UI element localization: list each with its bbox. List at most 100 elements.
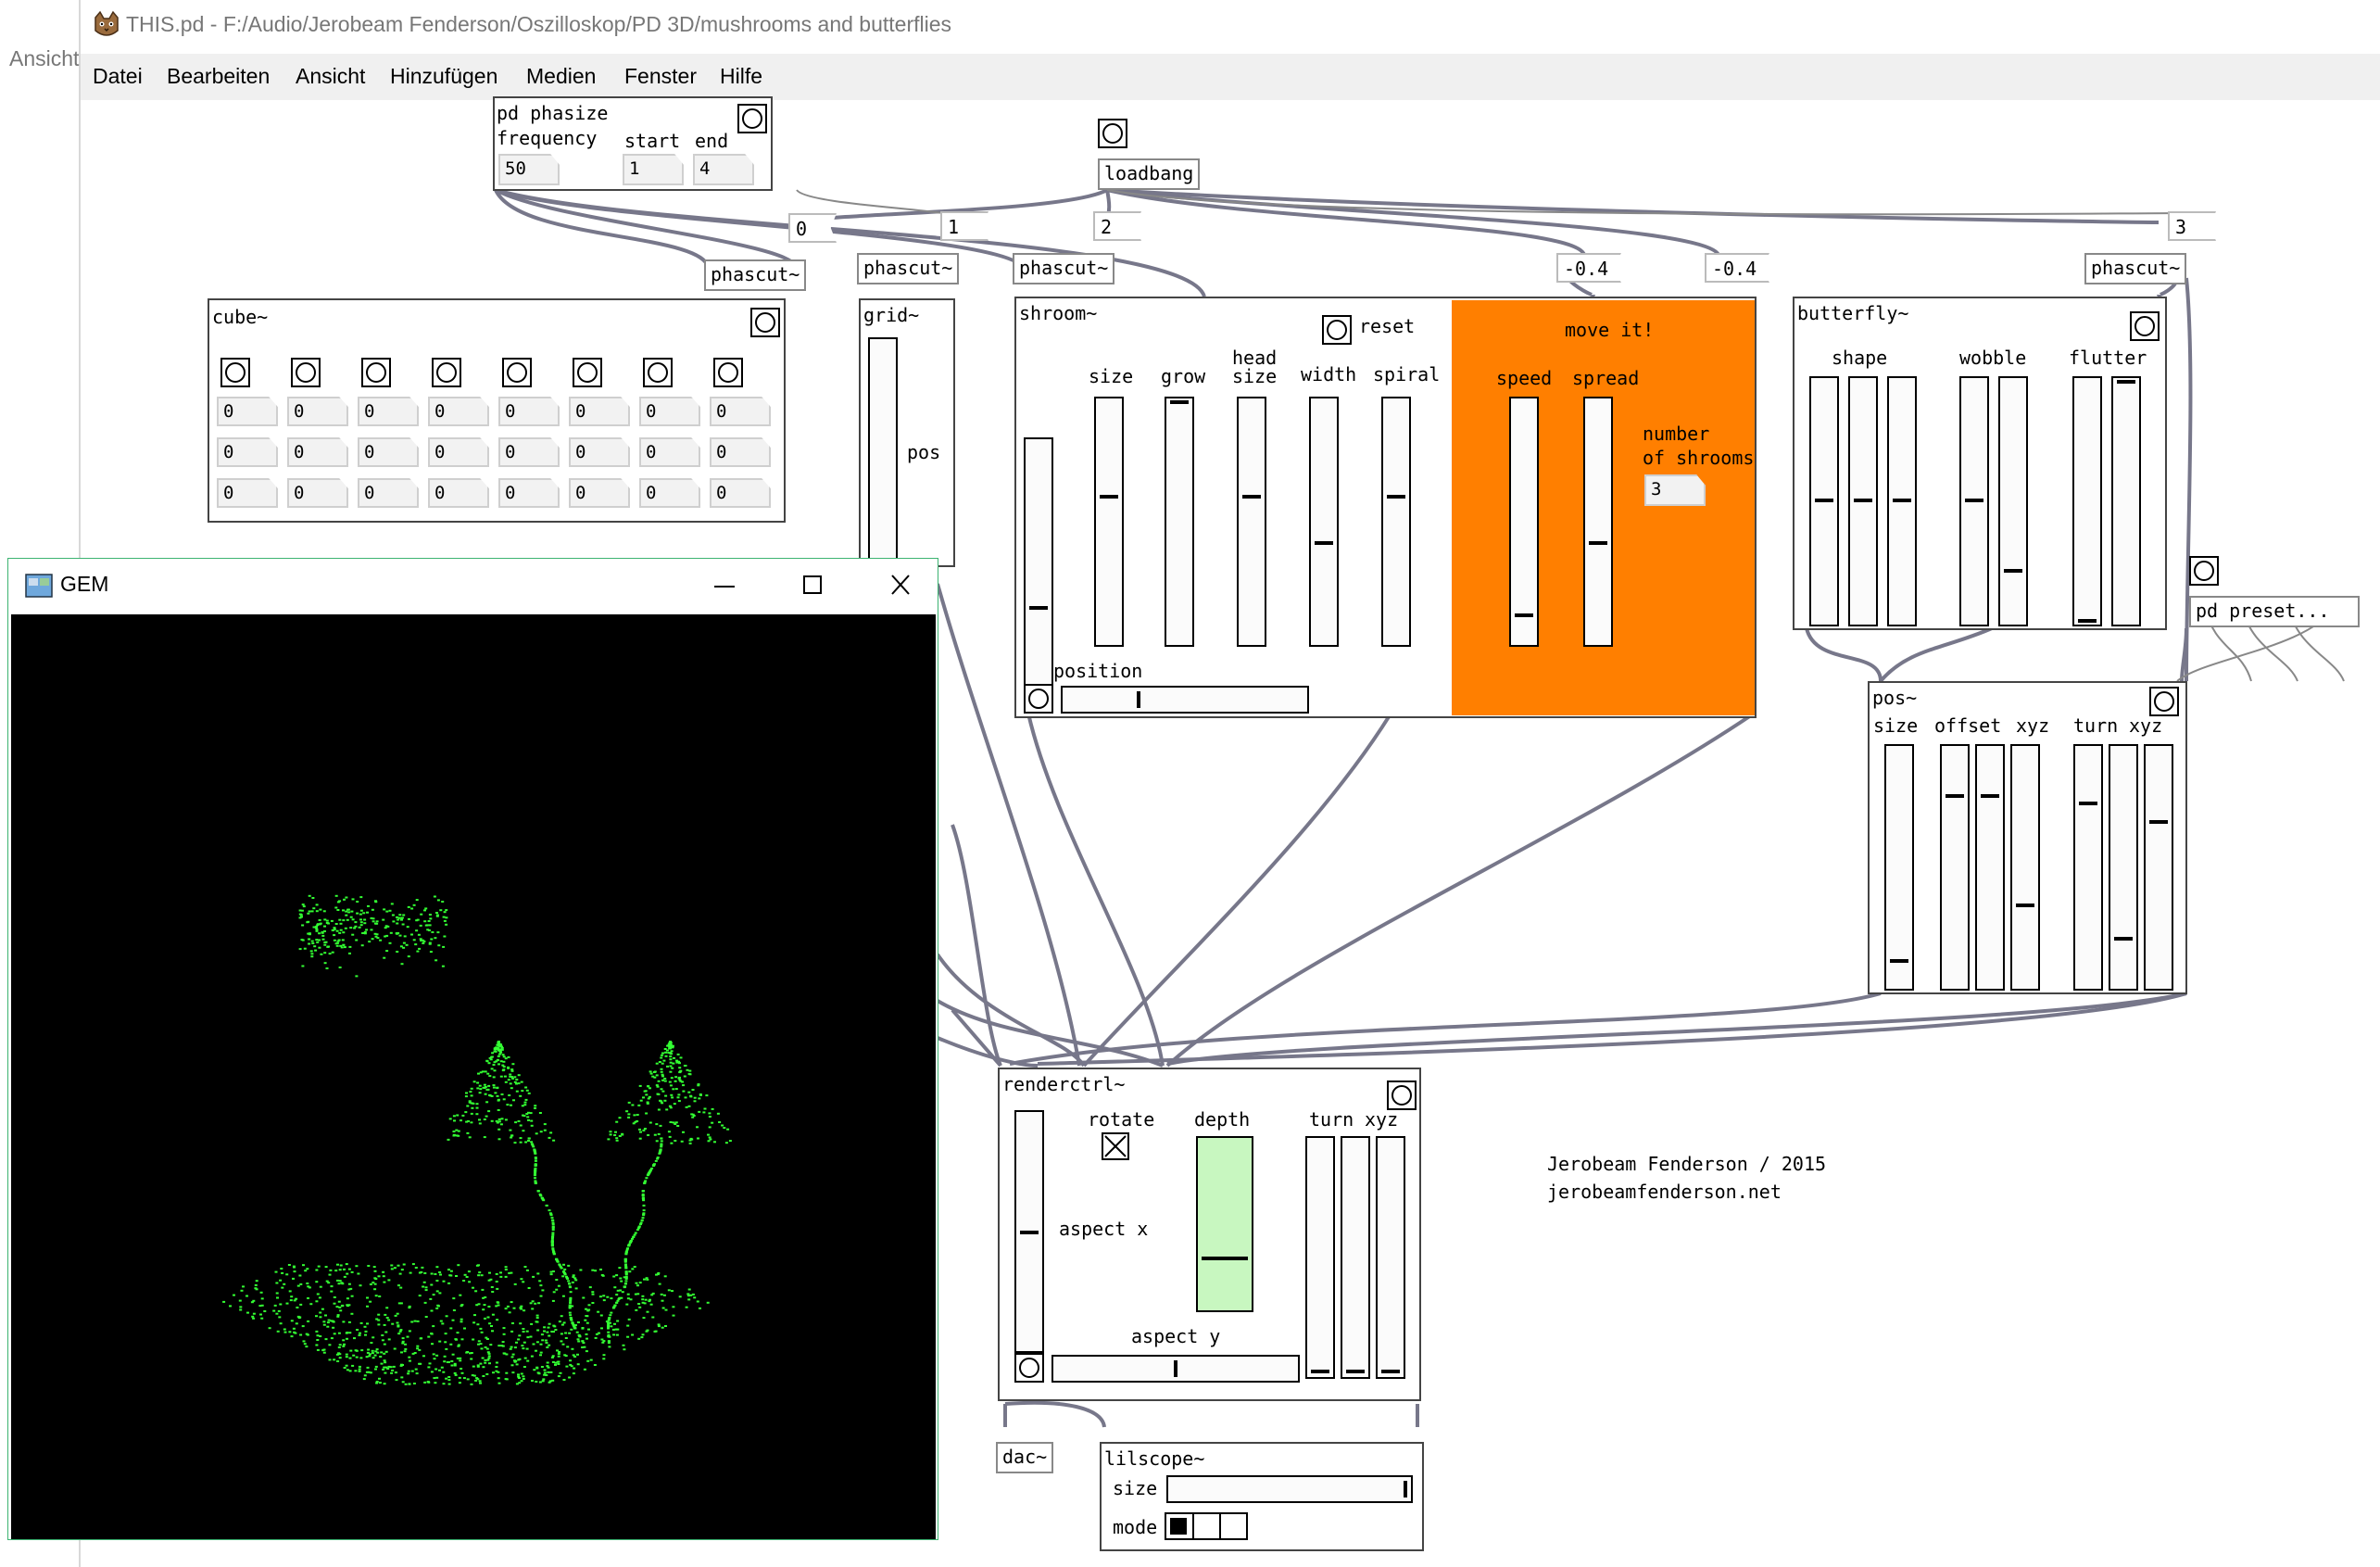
menu-hinzufuegen[interactable]: Hinzufügen [390, 64, 497, 89]
menu-medien[interactable]: Medien [526, 64, 596, 89]
cube-numbox[interactable]: 0 [287, 478, 348, 508]
cube-numbox[interactable]: 0 [217, 397, 278, 426]
cube-bang-7[interactable] [643, 358, 673, 387]
shroom-width-slider[interactable] [1309, 397, 1339, 647]
menu-datei[interactable]: Datei [93, 64, 143, 89]
end-numbox[interactable]: 4 [693, 154, 754, 185]
lilscope-size-slider[interactable] [1166, 1475, 1413, 1503]
cube-numbox[interactable]: 0 [639, 478, 700, 508]
cube-bang-2[interactable] [291, 358, 321, 387]
grid-subpatch[interactable]: grid~ pos [859, 298, 955, 567]
shape-slider-1[interactable] [1809, 376, 1839, 626]
cube-numbox[interactable]: 0 [428, 397, 489, 426]
shroom-headsize-slider[interactable] [1237, 397, 1266, 647]
maximize-icon[interactable] [800, 574, 825, 596]
pos-turn-x-slider[interactable] [2073, 744, 2103, 991]
cube-subpatch[interactable]: cube~ 000000000000000000000000 [208, 298, 786, 523]
rotate-toggle[interactable] [1102, 1132, 1129, 1160]
cube-numbox[interactable]: 0 [498, 397, 560, 426]
preset-subpatch[interactable]: pd preset... [2189, 596, 2360, 627]
pos-size-slider[interactable] [1884, 744, 1914, 991]
menu-hilfe[interactable]: Hilfe [720, 64, 762, 89]
cube-numbox[interactable]: 0 [498, 437, 560, 467]
speed-slider[interactable] [1509, 397, 1539, 647]
dac-object[interactable]: dac~ [996, 1442, 1054, 1473]
cube-numbox[interactable]: 0 [569, 397, 630, 426]
cube-bang[interactable] [750, 308, 780, 337]
shroom-grow-slider[interactable] [1165, 397, 1194, 647]
shroom-position-bang[interactable] [1024, 684, 1053, 714]
message-2[interactable]: 2 [1093, 211, 1141, 241]
cube-numbox[interactable]: 0 [358, 437, 419, 467]
cube-bang-4[interactable] [432, 358, 461, 387]
cube-numbox[interactable]: 0 [569, 437, 630, 467]
cube-numbox[interactable]: 0 [358, 478, 419, 508]
aspect-bang[interactable] [1014, 1353, 1044, 1383]
close-icon[interactable] [888, 574, 913, 596]
cube-numbox[interactable]: 0 [287, 397, 348, 426]
lilscope-mode-radio[interactable] [1165, 1512, 1248, 1540]
loadbang-object[interactable]: loadbang [1098, 158, 1201, 190]
preset-bang[interactable] [2189, 556, 2219, 586]
message-1[interactable]: 1 [940, 211, 989, 241]
cube-numbox[interactable]: 0 [358, 397, 419, 426]
phasize-subpatch[interactable]: pd phasize frequency start end 50 1 4 [493, 96, 773, 191]
pos-subpatch[interactable]: pos~ size offset xyz turn xyz [1868, 681, 2187, 994]
cube-bang-6[interactable] [573, 358, 602, 387]
flutter-slider-2[interactable] [2111, 376, 2141, 626]
cube-bang-5[interactable] [502, 358, 532, 387]
cube-numbox[interactable]: 0 [217, 437, 278, 467]
cube-bang-8[interactable] [713, 358, 743, 387]
cube-numbox[interactable]: 0 [710, 437, 771, 467]
message-3[interactable]: 3 [2168, 211, 2216, 241]
pos-turn-y-slider[interactable] [2109, 744, 2138, 991]
cube-bang-1[interactable] [220, 358, 250, 387]
renderctrl-subpatch[interactable]: renderctrl~ rotate depth turn xyz aspect… [998, 1068, 1421, 1401]
renderctrl-bang[interactable] [1387, 1080, 1417, 1110]
loadbang-bang[interactable] [1098, 119, 1127, 148]
shape-slider-2[interactable] [1848, 376, 1878, 626]
menu-fenster[interactable]: Fenster [624, 64, 697, 89]
wobble-slider-1[interactable] [1959, 376, 1989, 626]
cube-numbox[interactable]: 0 [287, 437, 348, 467]
pos-bang[interactable] [2149, 687, 2179, 716]
butterfly-subpatch[interactable]: butterfly~ shape wobble flutter [1793, 297, 2167, 630]
shroom-position-hslider[interactable] [1061, 686, 1309, 714]
message-neg-0.4-b[interactable]: -0.4 [1705, 253, 1769, 283]
phasize-bang[interactable] [737, 104, 767, 133]
cube-numbox[interactable]: 0 [428, 437, 489, 467]
minimize-icon[interactable] [712, 577, 737, 596]
flutter-slider-1[interactable] [2072, 376, 2102, 626]
pos-offset-z-slider[interactable] [2010, 744, 2040, 991]
phascut-1[interactable]: phascut~ [704, 259, 807, 291]
menu-bearbeiten[interactable]: Bearbeiten [167, 64, 270, 89]
spread-slider[interactable] [1583, 397, 1613, 647]
render-turn-y-slider[interactable] [1341, 1136, 1370, 1379]
grid-pos-slider[interactable] [868, 337, 898, 560]
cube-numbox[interactable]: 0 [569, 478, 630, 508]
cube-numbox[interactable]: 0 [710, 478, 771, 508]
shroom-spiral-slider[interactable] [1381, 397, 1411, 647]
menu-ansicht[interactable]: Ansicht [296, 64, 365, 89]
cube-bang-3[interactable] [361, 358, 391, 387]
cube-numbox[interactable]: 0 [428, 478, 489, 508]
message-0[interactable]: 0 [788, 213, 837, 243]
phascut-3[interactable]: phascut~ [1013, 253, 1115, 284]
cube-numbox[interactable]: 0 [710, 397, 771, 426]
aspect-x-slider[interactable] [1014, 1110, 1044, 1353]
cube-numbox[interactable]: 0 [498, 478, 560, 508]
render-turn-x-slider[interactable] [1305, 1136, 1335, 1379]
shroom-reset-bang[interactable] [1322, 315, 1352, 345]
frequency-numbox[interactable]: 50 [498, 154, 560, 185]
aspect-y-slider[interactable] [1051, 1355, 1300, 1383]
gem-window[interactable]: GEM [7, 558, 938, 1540]
cube-numbox[interactable]: 0 [217, 478, 278, 508]
shroom-subpatch[interactable]: shroom~ reset size grow head size width … [1014, 297, 1757, 718]
gem-render-canvas[interactable] [11, 614, 936, 1539]
pos-offset-y-slider[interactable] [1975, 744, 2005, 991]
phascut-4[interactable]: phascut~ [2084, 253, 2187, 284]
wobble-slider-2[interactable] [1998, 376, 2028, 626]
render-turn-z-slider[interactable] [1376, 1136, 1405, 1379]
shape-slider-3[interactable] [1887, 376, 1917, 626]
phascut-2[interactable]: phascut~ [857, 253, 960, 284]
